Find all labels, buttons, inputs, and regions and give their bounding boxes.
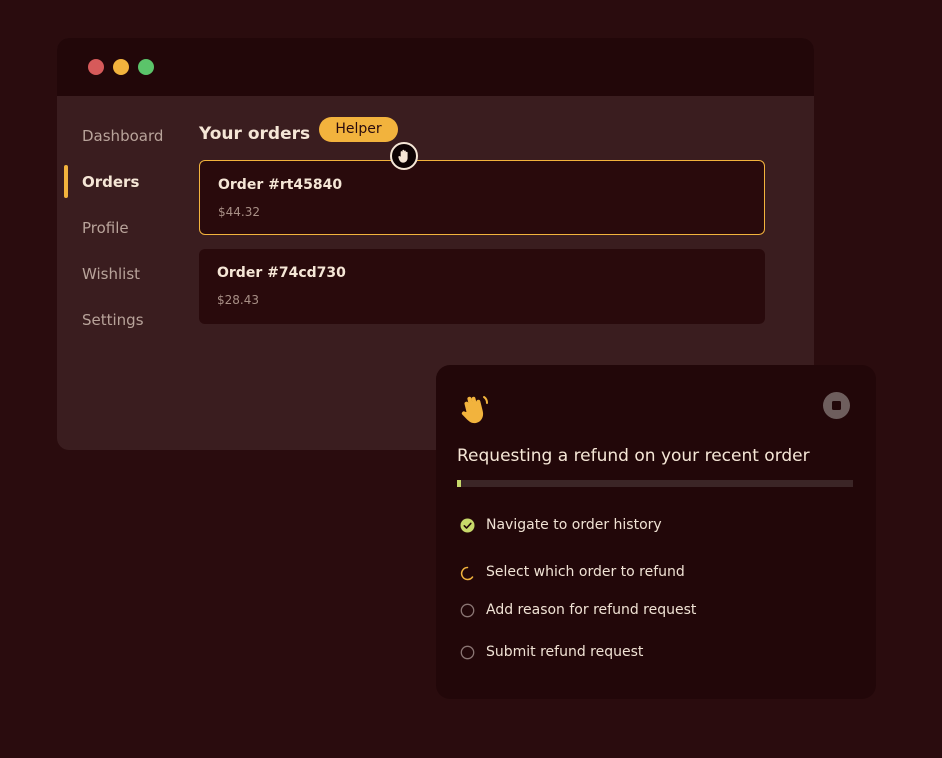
order-id: Order #74cd730: [217, 265, 346, 281]
minimize-window-button[interactable]: [113, 59, 129, 75]
waving-hand-icon: [461, 396, 488, 424]
helper-badge: Helper: [319, 117, 398, 142]
task-progress-fill: [457, 480, 461, 487]
spinner-icon: [460, 566, 474, 581]
hand-cursor-icon: [390, 142, 418, 170]
sidebar: Dashboard Orders Profile Wishlist Settin…: [57, 96, 187, 450]
order-id: Order #rt45840: [218, 177, 343, 193]
pending-circle-icon: [460, 603, 475, 617]
close-window-button[interactable]: [88, 59, 104, 75]
task-panel: Requesting a refund on your recent order…: [436, 365, 876, 699]
sidebar-item-wishlist[interactable]: Wishlist: [82, 265, 140, 283]
sidebar-item-profile[interactable]: Profile: [82, 219, 129, 237]
stop-button[interactable]: [823, 392, 850, 419]
pending-circle-icon: [460, 645, 475, 659]
step-label: Navigate to order history: [486, 517, 662, 533]
task-title: Requesting a refund on your recent order: [457, 446, 810, 466]
step-item: Add reason for refund request: [460, 602, 696, 618]
step-label: Add reason for refund request: [486, 602, 697, 618]
page-title: Your orders: [199, 124, 311, 144]
check-icon: [460, 518, 475, 532]
step-label: Submit refund request: [486, 644, 644, 660]
stop-icon: [832, 401, 841, 410]
order-card[interactable]: Order #rt45840 $44.32: [199, 160, 765, 235]
sidebar-item-settings[interactable]: Settings: [82, 311, 144, 329]
sidebar-item-orders[interactable]: Orders: [82, 173, 139, 191]
maximize-window-button[interactable]: [138, 59, 154, 75]
sidebar-item-dashboard[interactable]: Dashboard: [82, 127, 163, 145]
order-price: $28.43: [217, 293, 259, 307]
step-item: Submit refund request: [460, 644, 643, 660]
step-item: Navigate to order history: [460, 517, 662, 533]
window-titlebar: [57, 38, 814, 96]
step-item: Select which order to refund: [460, 562, 685, 581]
task-progress-bar: [457, 480, 853, 487]
step-label: Select which order to refund: [486, 563, 685, 580]
order-price: $44.32: [218, 205, 260, 219]
order-card[interactable]: Order #74cd730 $28.43: [199, 249, 765, 324]
sidebar-active-indicator: [64, 165, 68, 198]
